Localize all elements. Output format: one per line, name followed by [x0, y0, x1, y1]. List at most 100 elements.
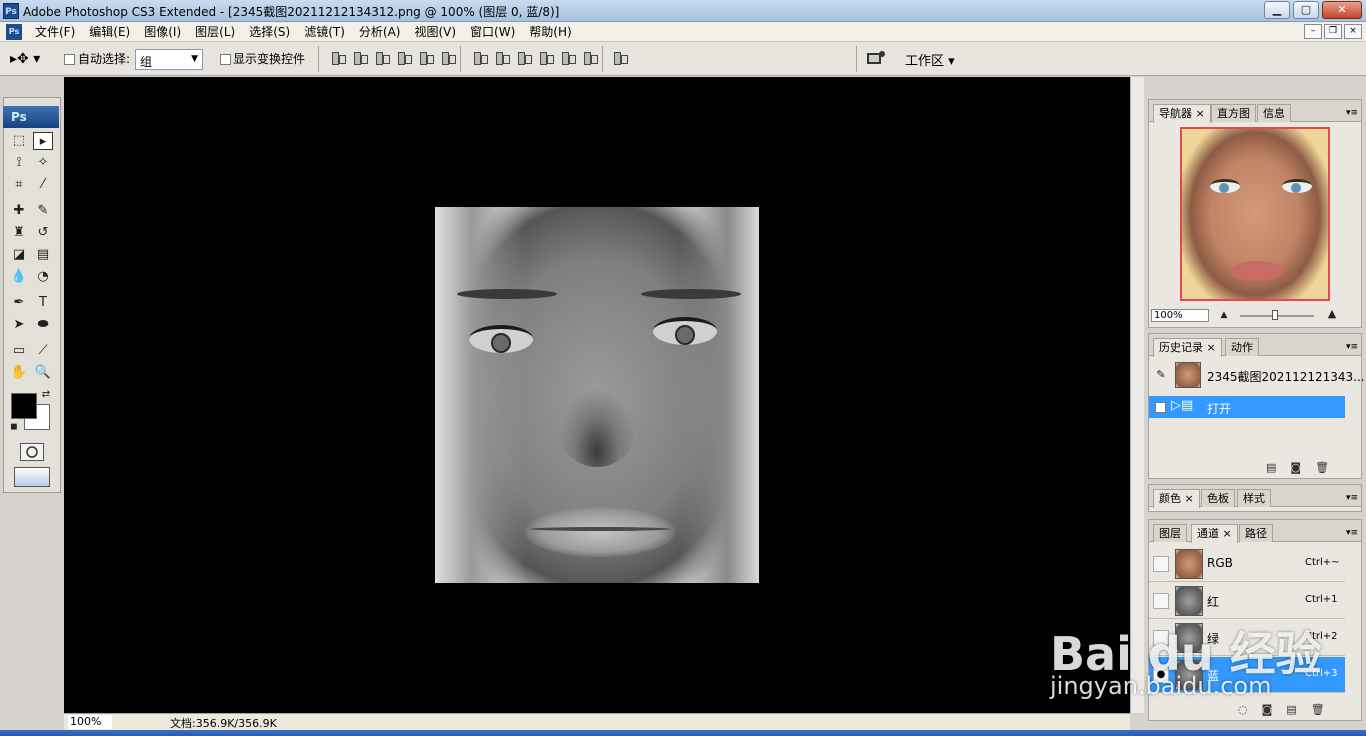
dodge-tool-icon[interactable]: ◔: [33, 268, 53, 286]
workspace-menu[interactable]: 工作区 ▾: [905, 50, 955, 69]
menu-select[interactable]: 选择(S): [242, 24, 297, 40]
lasso-tool-icon[interactable]: ⟟: [9, 154, 29, 172]
default-colors-icon[interactable]: ◼: [4, 418, 24, 436]
magic-wand-tool-icon[interactable]: ✧: [33, 154, 53, 172]
grayscale-face-photo[interactable]: [435, 207, 759, 583]
slider-handle[interactable]: [1272, 310, 1278, 320]
swap-colors-icon[interactable]: ⇄: [36, 386, 56, 404]
tab-navigator[interactable]: 导航器 ×: [1153, 104, 1211, 123]
align-left-icon[interactable]: [396, 50, 412, 66]
healing-brush-tool-icon[interactable]: ✚: [9, 202, 29, 220]
tab-styles[interactable]: 样式: [1237, 489, 1271, 507]
close-button[interactable]: ✕: [1322, 1, 1362, 19]
visibility-toggle[interactable]: [1153, 593, 1169, 609]
distribute-hcenter-icon[interactable]: [560, 50, 576, 66]
tab-actions[interactable]: 动作: [1225, 338, 1259, 356]
tab-color[interactable]: 颜色 ×: [1153, 489, 1200, 508]
new-channel-icon[interactable]: ▤: [1286, 703, 1296, 716]
tab-history[interactable]: 历史记录 ×: [1153, 338, 1222, 357]
tab-layers[interactable]: 图层: [1153, 524, 1187, 542]
slice-tool-icon[interactable]: ⁄: [33, 176, 53, 194]
menu-filter[interactable]: 滤镜(T): [297, 24, 352, 40]
visibility-toggle[interactable]: [1153, 556, 1169, 572]
hand-tool-icon[interactable]: ✋: [9, 364, 29, 382]
menu-layer[interactable]: 图层(L): [188, 24, 242, 40]
channel-row-red[interactable]: 红 Ctrl+1: [1149, 583, 1345, 619]
tab-histogram[interactable]: 直方图: [1211, 104, 1256, 122]
menu-help[interactable]: 帮助(H): [522, 24, 578, 40]
auto-align-layers-icon[interactable]: [612, 50, 628, 66]
distribute-left-icon[interactable]: [538, 50, 554, 66]
align-hcenter-icon[interactable]: [418, 50, 434, 66]
path-selection-tool-icon[interactable]: ➤: [9, 316, 29, 334]
doc-minimize-button[interactable]: –: [1304, 24, 1322, 39]
navigator-zoom-field[interactable]: 100%: [1151, 309, 1209, 322]
align-right-icon[interactable]: [440, 50, 456, 66]
auto-select-dropdown[interactable]: 组 ▼: [135, 49, 203, 70]
marquee-tool-icon[interactable]: ⬚: [9, 132, 29, 150]
tab-channels[interactable]: 通道 ×: [1191, 524, 1238, 543]
zoom-out-icon[interactable]: ▲: [1214, 306, 1234, 324]
menu-file[interactable]: 文件(F): [28, 24, 82, 40]
align-top-icon[interactable]: [330, 50, 346, 66]
history-brush-source-icon[interactable]: ✎: [1151, 366, 1171, 384]
minimize-button[interactable]: ▁: [1264, 1, 1290, 19]
document-icon[interactable]: Ps: [6, 24, 22, 40]
maximize-button[interactable]: ▢: [1293, 1, 1319, 19]
new-snapshot-icon[interactable]: ◙: [1290, 461, 1301, 474]
doc-restore-button[interactable]: ❐: [1324, 24, 1342, 39]
history-source-checkbox[interactable]: [1155, 402, 1166, 413]
history-brush-tool-icon[interactable]: ↺: [33, 224, 53, 242]
align-bottom-icon[interactable]: [374, 50, 390, 66]
menu-window[interactable]: 窗口(W): [463, 24, 522, 40]
brush-tool-icon[interactable]: ✎: [33, 202, 53, 220]
tab-swatches[interactable]: 色板: [1201, 489, 1235, 507]
panel-menu-icon[interactable]: ▾≡: [1346, 493, 1358, 503]
panel-menu-icon[interactable]: ▾≡: [1346, 528, 1358, 538]
menu-analysis[interactable]: 分析(A): [352, 24, 408, 40]
distribute-top-icon[interactable]: [472, 50, 488, 66]
new-document-from-state-icon[interactable]: ▤: [1266, 461, 1276, 474]
zoom-in-icon[interactable]: ▲: [1322, 305, 1342, 323]
auto-select-checkbox[interactable]: [64, 54, 75, 65]
tab-paths[interactable]: 路径: [1239, 524, 1273, 542]
menu-edit[interactable]: 编辑(E): [82, 24, 137, 40]
eraser-tool-icon[interactable]: ◪: [9, 246, 29, 264]
crop-tool-icon[interactable]: ⌗: [9, 176, 29, 194]
screen-mode-icon[interactable]: [14, 467, 50, 487]
channel-row-rgb[interactable]: RGB Ctrl+~: [1149, 546, 1345, 582]
tab-info[interactable]: 信息: [1257, 104, 1291, 122]
menu-image[interactable]: 图像(I): [137, 24, 188, 40]
bridge-icon[interactable]: [866, 50, 886, 66]
save-selection-icon[interactable]: ◙: [1262, 703, 1273, 716]
quick-mask-icon[interactable]: [20, 443, 44, 461]
tool-preset-picker[interactable]: ▸✥ ▾: [10, 49, 52, 69]
clone-stamp-tool-icon[interactable]: ♜: [9, 224, 29, 242]
delete-state-icon[interactable]: 🗑: [1315, 461, 1329, 474]
notes-tool-icon[interactable]: ▭: [9, 342, 29, 360]
type-tool-icon[interactable]: T: [33, 294, 53, 312]
menu-view[interactable]: 视图(V): [407, 24, 463, 40]
gradient-tool-icon[interactable]: ▤: [33, 246, 53, 264]
show-transform-checkbox[interactable]: [220, 54, 231, 65]
eyedropper-tool-icon[interactable]: ⟋: [33, 342, 53, 360]
align-vcenter-icon[interactable]: [352, 50, 368, 66]
history-state-open[interactable]: ▷▤ 打开: [1149, 396, 1345, 418]
pen-tool-icon[interactable]: ✒: [9, 294, 29, 312]
zoom-level-field[interactable]: 100%: [68, 715, 112, 729]
document-size-info[interactable]: 文档:356.9K/356.9K: [170, 715, 277, 731]
panel-menu-icon[interactable]: ▾≡: [1346, 342, 1358, 352]
move-tool-icon[interactable]: ▸: [33, 132, 53, 150]
distribute-vcenter-icon[interactable]: [494, 50, 510, 66]
ellipse-tool-icon[interactable]: ⬬: [33, 316, 53, 334]
zoom-tool-icon[interactable]: 🔍: [33, 364, 53, 382]
navigator-thumbnail[interactable]: [1180, 127, 1330, 301]
blur-tool-icon[interactable]: 💧: [9, 268, 29, 286]
delete-channel-icon[interactable]: 🗑: [1311, 703, 1325, 716]
history-snapshot[interactable]: ✎ 2345截图202112121343...: [1149, 362, 1365, 388]
load-selection-icon[interactable]: ◌: [1238, 703, 1248, 716]
distribute-right-icon[interactable]: [582, 50, 598, 66]
panel-menu-icon[interactable]: ▾≡: [1346, 108, 1358, 118]
foreground-color-swatch[interactable]: [11, 393, 37, 419]
distribute-bottom-icon[interactable]: [516, 50, 532, 66]
